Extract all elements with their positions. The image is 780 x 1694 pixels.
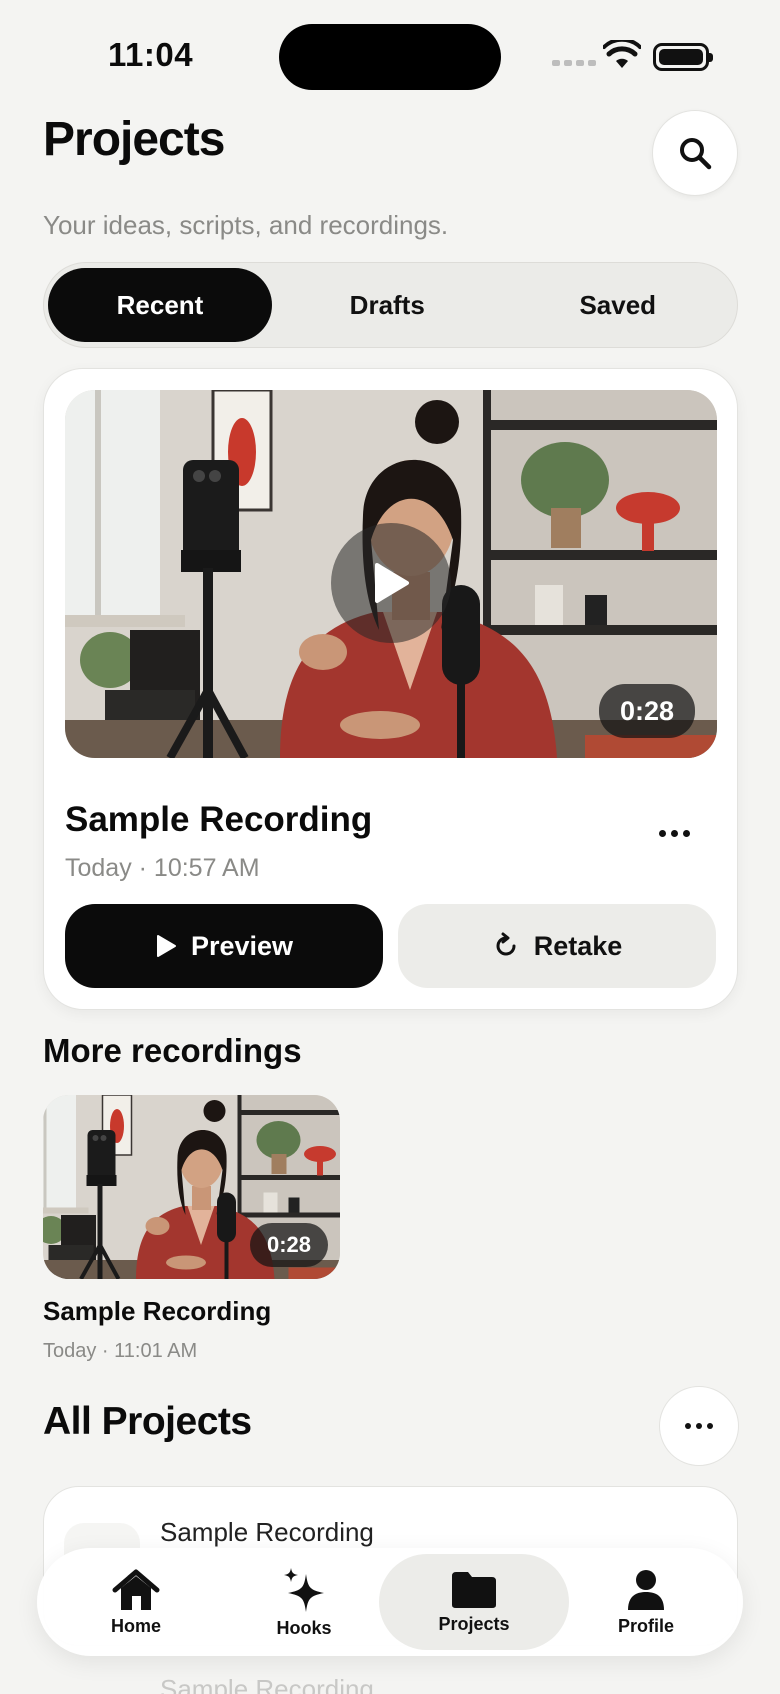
segment-saved[interactable]: Saved [503, 268, 734, 342]
page-subtitle: Your ideas, scripts, and recordings. [43, 210, 449, 240]
duration-badge: 0:28 [250, 1223, 328, 1267]
duration-badge: 0:28 [599, 684, 695, 738]
recording-title[interactable]: Sample Recording [43, 1296, 271, 1327]
segment-drafts[interactable]: Drafts [272, 268, 503, 342]
wifi-icon [603, 40, 641, 68]
tab-label: Home [110, 1615, 161, 1636]
section-title-all-projects: All Projects [43, 1400, 252, 1443]
all-projects-more-button[interactable] [659, 1386, 739, 1466]
tab-hooks[interactable]: Hooks [219, 1554, 389, 1650]
sparkle-icon [284, 1567, 324, 1612]
play-icon [156, 935, 176, 957]
retake-label: Retake [533, 930, 623, 961]
play-icon [375, 563, 409, 603]
status-time: 11:04 [108, 36, 194, 73]
tab-projects[interactable]: Projects [379, 1554, 569, 1650]
refresh-icon [496, 932, 516, 956]
project-title[interactable]: Sample Recording [160, 1674, 374, 1694]
tab-label: Profile [617, 1615, 674, 1636]
tab-label: Projects [438, 1613, 510, 1634]
folder-icon [452, 1571, 496, 1608]
page-title: Projects [43, 113, 225, 166]
tab-home[interactable]: Home [51, 1554, 221, 1650]
tab-label: Hooks [276, 1617, 332, 1638]
bottom-tab-bar: Home Hooks Projects Profile [37, 1548, 743, 1656]
search-icon [680, 138, 712, 170]
cellular-signal-icon [552, 60, 596, 66]
preview-label: Preview [190, 930, 294, 961]
recording-title: Sample Recording [65, 800, 373, 839]
tab-profile[interactable]: Profile [561, 1554, 731, 1650]
search-button[interactable] [652, 110, 738, 196]
dynamic-island [279, 24, 501, 90]
status-bar: 11:04 [0, 0, 780, 110]
section-title-more-recordings: More recordings [43, 1032, 302, 1069]
featured-recording-card: 0:28 Sample Recording Today · 10:57 AM P… [43, 368, 738, 1010]
featured-video-thumbnail[interactable]: 0:28 [65, 390, 717, 758]
more-options-button[interactable] [650, 821, 698, 845]
segment-recent[interactable]: Recent [48, 268, 272, 342]
battery-icon [653, 43, 713, 71]
segmented-control: Recent Drafts Saved [43, 262, 738, 348]
retake-button[interactable]: Retake [398, 904, 716, 988]
person-icon [628, 1569, 664, 1610]
recording-timestamp: Today · 11:01 AM [43, 1340, 198, 1362]
project-title: Sample Recording [160, 1517, 374, 1547]
home-icon [112, 1569, 160, 1610]
recording-thumbnail[interactable]: 0:28 [43, 1095, 340, 1279]
play-button[interactable] [331, 523, 451, 643]
recording-timestamp: Today · 10:57 AM [65, 854, 260, 882]
preview-button[interactable]: Preview [65, 904, 383, 988]
